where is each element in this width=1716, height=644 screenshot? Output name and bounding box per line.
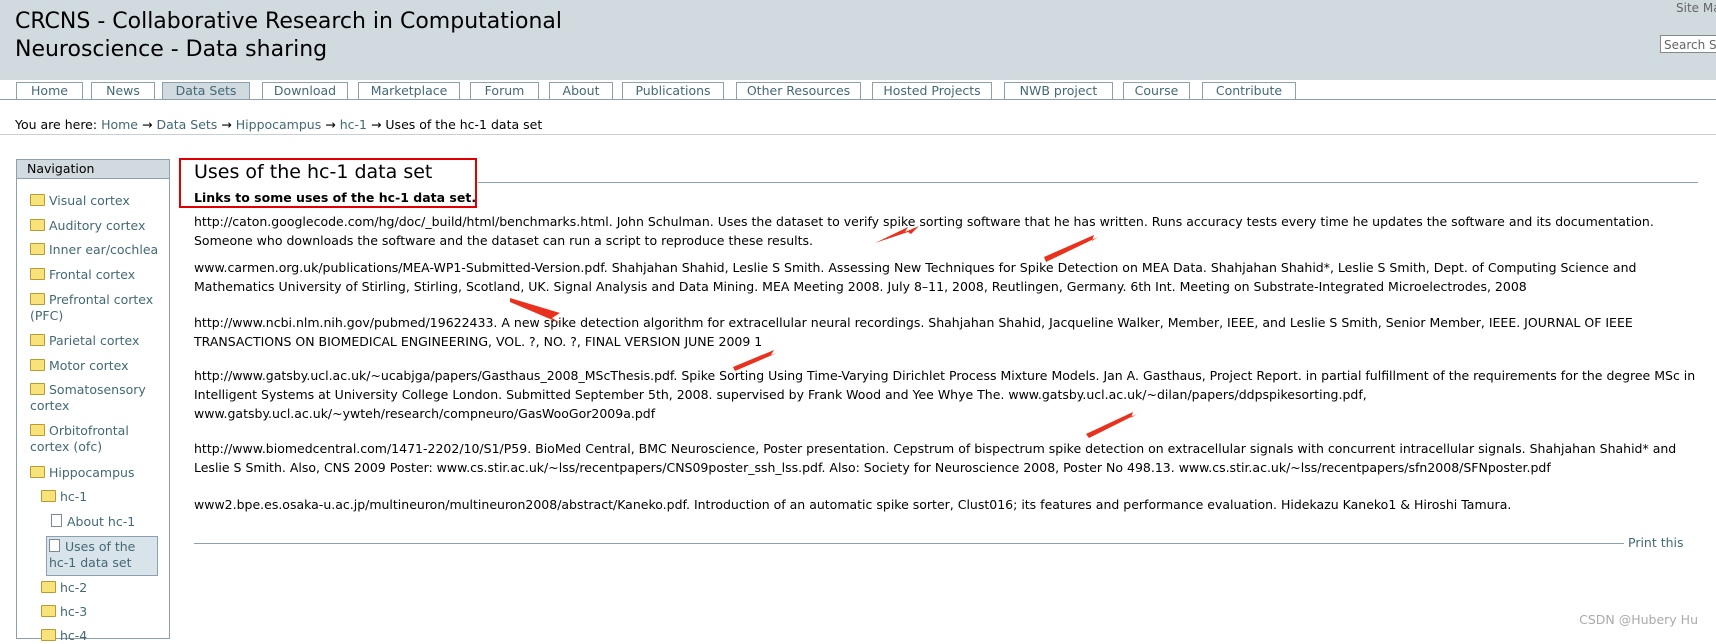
annotation-arrow-2 xyxy=(1044,235,1098,262)
annotation-arrow-5 xyxy=(1086,412,1137,438)
annotation-arrow-4 xyxy=(733,350,777,371)
watermark: CSDN @Hubery Hu xyxy=(1579,612,1698,627)
annotation-arrow-3 xyxy=(510,298,562,324)
annotation-arrows xyxy=(510,226,1137,438)
annotation-arrow-1 xyxy=(875,226,919,243)
